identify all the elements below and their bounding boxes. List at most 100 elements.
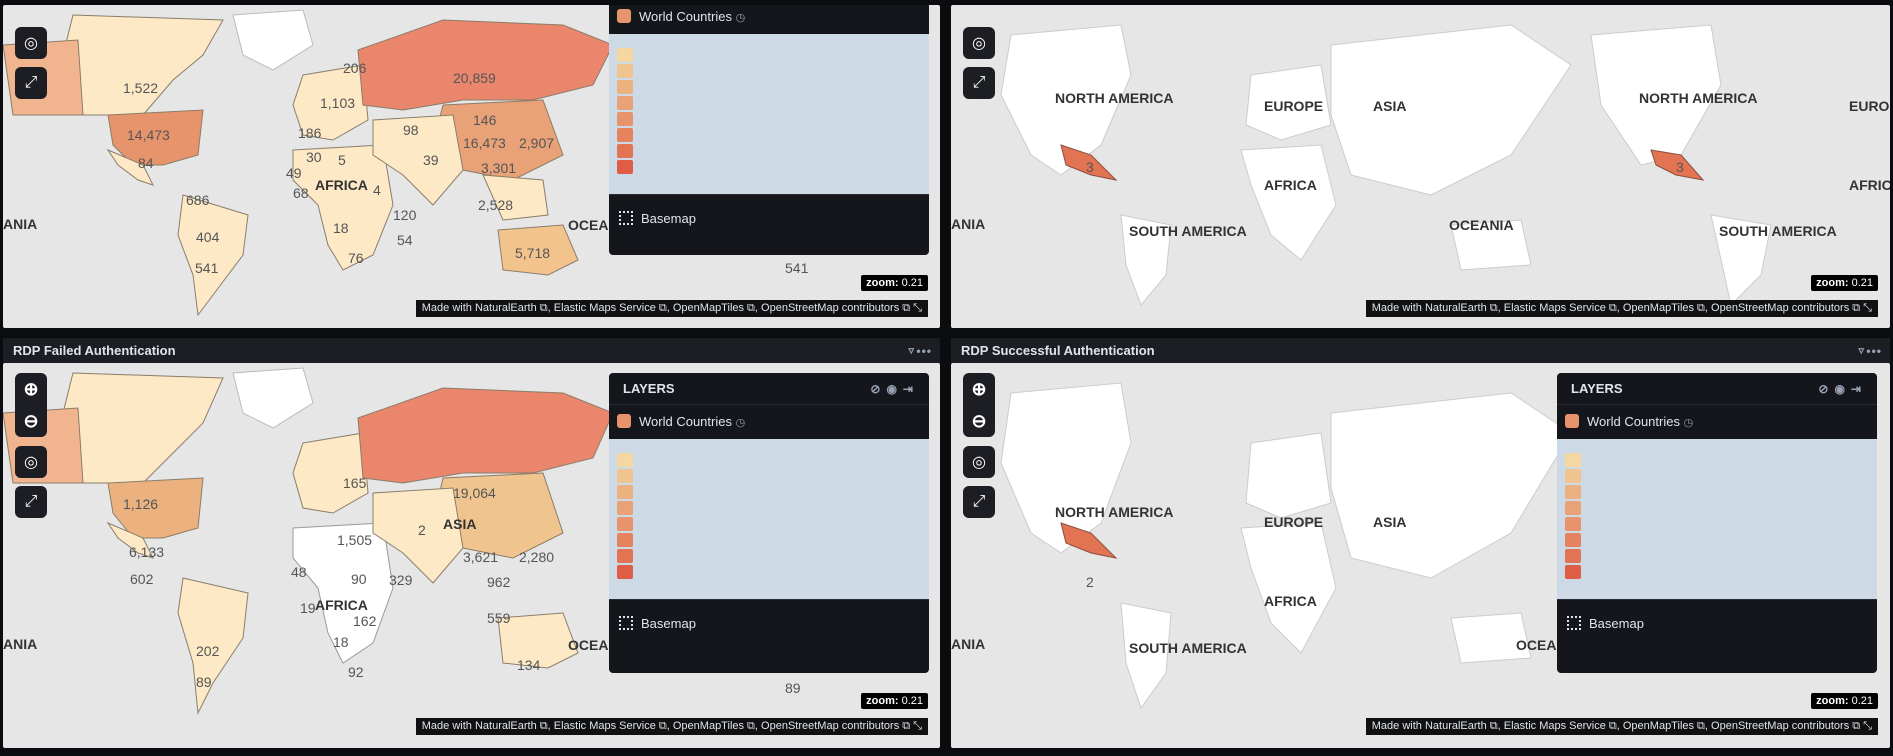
- basemap-label: Basemap: [1589, 616, 1644, 631]
- legend-header: LAYERS ⊘◉⇥: [1557, 373, 1877, 405]
- plus-icon: ⊕: [23, 378, 39, 399]
- continent-label: AFRICA: [315, 597, 368, 613]
- layer-row-world-countries[interactable]: World Countries ◷: [1557, 405, 1877, 439]
- value-label: 329: [389, 572, 413, 588]
- map-panel-4[interactable]: 2 NORTH AMERICA EUROPE ASIA AFRICA SOUTH…: [951, 363, 1890, 748]
- layer-row-world-countries[interactable]: World Countries ◷: [609, 5, 929, 34]
- attribution-link[interactable]: OpenMapTiles: [673, 720, 744, 732]
- continent-label: SOUTH AMERICA: [1129, 640, 1247, 656]
- attribution-link[interactable]: OpenMapTiles: [1623, 720, 1694, 732]
- zoom-in-button[interactable]: ⊕: [963, 373, 995, 405]
- target-icon: ◎: [24, 35, 38, 52]
- continent-label: EUROPE: [1264, 98, 1323, 114]
- attribution-link[interactable]: OpenStreetMap contributors: [761, 720, 899, 732]
- basemap-row[interactable]: Basemap: [1557, 599, 1877, 647]
- attribution-link[interactable]: Elastic Maps Service: [1504, 720, 1606, 732]
- attribution-link[interactable]: OpenStreetMap contributors: [761, 302, 899, 314]
- scale-swatch: [1565, 517, 1581, 531]
- value-label: 18: [333, 220, 349, 236]
- zoom-in-button[interactable]: ⊕: [15, 373, 47, 405]
- clock-icon: ◷: [735, 417, 746, 429]
- zoom-out-button[interactable]: ⊖: [963, 405, 995, 437]
- scale-swatch: [617, 128, 633, 142]
- zoom-label: zoom:: [866, 695, 899, 707]
- fullscreen-button[interactable]: ⤢: [15, 486, 47, 518]
- attribution-link[interactable]: Elastic Maps Service: [554, 302, 656, 314]
- legend-title: LAYERS: [1571, 381, 1623, 396]
- map-panel-3[interactable]: 1,126 6,133 19,064 2 3,621 2,280 134 602…: [3, 363, 940, 748]
- value-label: 3,621: [463, 549, 498, 565]
- recenter-button[interactable]: ◎: [15, 446, 47, 478]
- continent-label: EUROP: [1849, 98, 1890, 114]
- scale-swatch: [617, 549, 633, 563]
- recenter-button[interactable]: ◎: [15, 27, 47, 59]
- continent-label: EUROPE: [1264, 514, 1323, 530]
- legend-title: LAYERS: [623, 381, 675, 396]
- scale-swatch: [617, 160, 633, 174]
- basemap-row[interactable]: Basemap: [609, 599, 929, 647]
- value-label: 4: [373, 182, 381, 198]
- value-label: 68: [293, 185, 309, 201]
- value-label: 89: [196, 674, 212, 690]
- zoom-label: zoom:: [1816, 695, 1849, 707]
- layer-swatch: [617, 414, 631, 428]
- recenter-button[interactable]: ◎: [963, 27, 995, 59]
- attribution-link[interactable]: OpenStreetMap contributors: [1711, 720, 1849, 732]
- filter-icon[interactable]: ▿: [1858, 338, 1864, 364]
- scale-swatch: [617, 517, 633, 531]
- attribution-link[interactable]: Made with NaturalEarth: [1372, 720, 1487, 732]
- layer-name: World Countries: [1587, 414, 1680, 429]
- filter-icon[interactable]: ▿: [908, 338, 914, 364]
- attribution-link[interactable]: Made with NaturalEarth: [422, 720, 537, 732]
- legend-toolbar-icons[interactable]: ⊘◉⇥: [870, 373, 919, 405]
- attribution-link[interactable]: Elastic Maps Service: [1504, 302, 1606, 314]
- basemap-row[interactable]: Basemap: [609, 194, 929, 242]
- continent-label: NORTH AMERICA: [1055, 504, 1173, 520]
- attribution-link[interactable]: OpenMapTiles: [1623, 302, 1694, 314]
- continent-label: ANIA: [951, 636, 985, 652]
- legend-toolbar-icons[interactable]: ⊘◉⇥: [1818, 373, 1867, 405]
- zoom-indicator: zoom: 0.21: [1811, 275, 1878, 291]
- options-icon[interactable]: •••: [1866, 338, 1882, 364]
- scale-swatch: [1565, 485, 1581, 499]
- scale-swatch: [617, 485, 633, 499]
- zoom-out-button[interactable]: ⊖: [15, 405, 47, 437]
- continent-label: NORTH AMERICA: [1055, 90, 1173, 106]
- fullscreen-button[interactable]: ⤢: [15, 67, 47, 99]
- attribution-link[interactable]: Made with NaturalEarth: [1372, 302, 1487, 314]
- recenter-button[interactable]: ◎: [963, 446, 995, 478]
- attribution-link[interactable]: OpenStreetMap contributors: [1711, 302, 1849, 314]
- value-label: 92: [348, 664, 364, 680]
- value-label: 134: [517, 657, 541, 673]
- map-panel-2[interactable]: 3 3 NORTH AMERICA EUROPE ASIA AFRICA SOU…: [951, 5, 1890, 328]
- layer-swatch: [617, 9, 631, 23]
- map-canvas[interactable]: 3 3 NORTH AMERICA EUROPE ASIA AFRICA SOU…: [951, 5, 1890, 328]
- value-label: 98: [403, 122, 419, 138]
- value-label: 48: [291, 564, 307, 580]
- expand-icon: ⤢: [24, 74, 38, 91]
- scale-swatch: [617, 565, 633, 579]
- attribution: Made with NaturalEarth ⧉, Elastic Maps S…: [415, 300, 928, 317]
- map-panel-1[interactable]: 1,522 14,473 20,859 146 16,473 5,718 3,3…: [3, 5, 940, 328]
- value-label: 2,528: [478, 197, 513, 213]
- value-label: 162: [353, 613, 377, 629]
- attribution-link[interactable]: Elastic Maps Service: [554, 720, 656, 732]
- value-label: 1,505: [337, 532, 372, 548]
- layer-row-world-countries[interactable]: World Countries ◷: [609, 405, 929, 439]
- attribution-link[interactable]: OpenMapTiles: [673, 302, 744, 314]
- fullscreen-button[interactable]: ⤢: [963, 486, 995, 518]
- panel-title-bar: RDP Successful Authentication ▿ •••: [951, 338, 1890, 363]
- layer-swatch: [1565, 414, 1579, 428]
- value-label: 2: [418, 522, 426, 538]
- value-label: 404: [196, 229, 220, 245]
- target-icon: ◎: [972, 454, 986, 471]
- value-label: 18: [333, 634, 349, 650]
- fullscreen-button[interactable]: ⤢: [963, 67, 995, 99]
- scale-swatch: [617, 64, 633, 78]
- value-label: 2: [1086, 574, 1094, 590]
- grid-icon: [619, 211, 633, 225]
- continent-label: OCEANIA: [1449, 217, 1514, 233]
- options-icon[interactable]: •••: [916, 338, 932, 364]
- zoom-controls: ⊕ ⊖: [15, 373, 47, 437]
- attribution-link[interactable]: Made with NaturalEarth: [422, 302, 537, 314]
